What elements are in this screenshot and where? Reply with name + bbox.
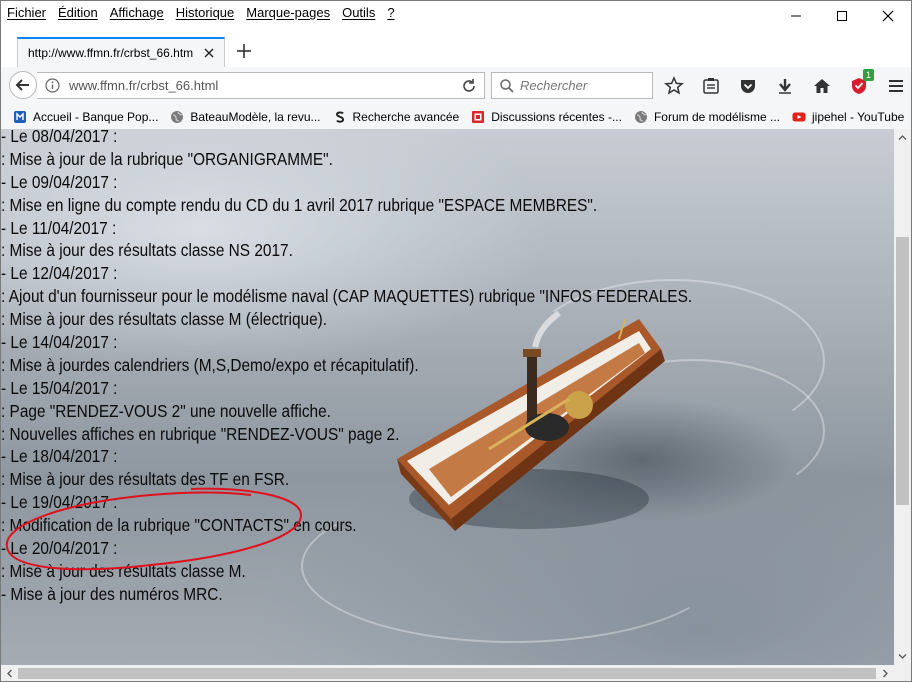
news-line: - Le 18/04/2017 : bbox=[1, 446, 118, 467]
bookmark-label: jipehel - YouTube bbox=[812, 110, 905, 124]
url-text[interactable]: www.ffmn.fr/crbst_66.html bbox=[69, 78, 218, 93]
chevron-up-icon bbox=[898, 135, 907, 140]
addon-button[interactable]: 1 bbox=[846, 69, 874, 99]
dark-s-icon bbox=[335, 111, 344, 123]
menu-affichage[interactable]: Affichage bbox=[110, 5, 164, 20]
search-input[interactable]: Rechercher bbox=[520, 78, 587, 93]
news-line: : Mise à jour de la rubrique "ORGANIGRAM… bbox=[1, 148, 333, 169]
pocket-button[interactable] bbox=[735, 73, 761, 99]
pocket-icon bbox=[741, 80, 755, 93]
chevron-down-icon bbox=[898, 654, 907, 659]
bookmark-label: Forum de modélisme ... bbox=[653, 110, 780, 124]
hamburger-icon bbox=[889, 80, 903, 92]
menu-items: Fichier Édition Affichage Historique Mar… bbox=[7, 5, 395, 20]
forum-icon bbox=[472, 111, 485, 123]
back-arrow-icon bbox=[15, 79, 29, 91]
chevron-left-icon bbox=[7, 669, 12, 678]
red-annotation-circle bbox=[5, 487, 303, 571]
menu-bar: Fichier Édition Affichage Historique Mar… bbox=[1, 1, 911, 31]
minimize-icon bbox=[791, 15, 801, 17]
page-content: - Le 08/04/2017 : : Mise à jour de la ru… bbox=[1, 129, 894, 665]
news-line: - Le 09/04/2017 : bbox=[1, 171, 118, 192]
reader-button[interactable] bbox=[698, 73, 724, 99]
bookmark-banque-pop[interactable]: Accueil - Banque Pop... bbox=[13, 110, 158, 124]
maximize-icon bbox=[837, 11, 847, 21]
search-icon bbox=[500, 79, 514, 93]
close-icon bbox=[882, 10, 894, 22]
horizontal-scroll-thumb[interactable] bbox=[18, 668, 876, 679]
menu-fichier[interactable]: Fichier bbox=[7, 5, 46, 20]
new-tab-icon[interactable] bbox=[235, 42, 253, 60]
scroll-down-button[interactable] bbox=[894, 648, 911, 665]
menu-marque-pages[interactable]: Marque-pages bbox=[246, 5, 330, 20]
clipboard-icon bbox=[703, 78, 719, 94]
globe-icon bbox=[171, 111, 184, 123]
news-line: : Mise à jourdes calendriers (M,S,Demo/e… bbox=[1, 354, 419, 375]
news-line: - Le 11/04/2017 : bbox=[1, 217, 117, 238]
menu-edition[interactable]: Édition bbox=[58, 5, 98, 20]
news-line: : Ajout d'un fournisseur pour le modélis… bbox=[1, 286, 693, 307]
bookmarks-toolbar: Accueil - Banque Pop... BateauModèle, la… bbox=[1, 105, 911, 130]
bookmark-youtube[interactable]: jipehel - YouTube bbox=[792, 110, 904, 124]
tab-title: http://www.ffmn.fr/crbst_66.htm bbox=[28, 46, 194, 60]
toolbar-icons: 1 bbox=[661, 69, 909, 99]
navigation-bar: www.ffmn.fr/crbst_66.html Rechercher 1 bbox=[1, 67, 911, 106]
news-line: : Mise à jour des résultats classe NS 20… bbox=[1, 240, 293, 261]
minimize-button[interactable] bbox=[773, 1, 819, 31]
news-line: - Le 12/04/2017 : bbox=[1, 263, 118, 284]
info-icon[interactable] bbox=[45, 78, 60, 93]
menu-help[interactable]: ? bbox=[387, 5, 394, 20]
home-button[interactable] bbox=[809, 73, 835, 99]
maximize-button[interactable] bbox=[819, 1, 865, 31]
news-line: : Nouvelles affiches en rubrique "RENDEZ… bbox=[1, 423, 400, 444]
news-line: - Le 14/04/2017 : bbox=[1, 332, 118, 353]
scroll-up-button[interactable] bbox=[894, 129, 911, 146]
menu-outils[interactable]: Outils bbox=[342, 5, 375, 20]
star-icon bbox=[664, 76, 684, 95]
bookmark-discussions[interactable]: Discussions récentes -... bbox=[471, 110, 622, 124]
tab-active[interactable]: http://www.ffmn.fr/crbst_66.htm bbox=[17, 37, 225, 67]
tab-close-icon[interactable] bbox=[202, 46, 216, 60]
vertical-scrollbar[interactable] bbox=[894, 129, 911, 665]
bookmark-label: Discussions récentes -... bbox=[491, 110, 622, 124]
back-button[interactable] bbox=[9, 71, 37, 99]
vertical-scroll-thumb[interactable] bbox=[896, 237, 909, 505]
youtube-icon bbox=[792, 112, 806, 122]
menu-historique[interactable]: Historique bbox=[176, 5, 235, 20]
news-line: : Mise en ligne du compte rendu du CD du… bbox=[1, 194, 598, 215]
search-bar[interactable]: Rechercher bbox=[491, 72, 653, 99]
download-arrow-icon bbox=[779, 79, 791, 94]
globe-icon bbox=[634, 111, 647, 123]
close-button[interactable] bbox=[865, 1, 911, 31]
chevron-right-icon bbox=[883, 669, 888, 678]
news-line: - Le 15/04/2017 : bbox=[1, 377, 118, 398]
bank-icon bbox=[14, 111, 26, 123]
window-controls bbox=[773, 1, 911, 31]
addon-badge: 1 bbox=[862, 69, 874, 81]
bookmark-bateaumodele[interactable]: BateauModèle, la revu... bbox=[170, 110, 321, 124]
bookmark-label: BateauModèle, la revu... bbox=[190, 110, 321, 124]
bookmark-label: Recherche avancée bbox=[352, 110, 460, 124]
bookmark-label: Accueil - Banque Pop... bbox=[33, 110, 159, 124]
reload-icon[interactable] bbox=[460, 77, 478, 95]
hamburger-menu-button[interactable] bbox=[883, 73, 909, 99]
bookmark-recherche-avancee[interactable]: Recherche avancée bbox=[333, 110, 460, 124]
news-line: : Page "RENDEZ-VOUS 2" une nouvelle affi… bbox=[1, 400, 331, 421]
news-line: - Mise à jour des numéros MRC. bbox=[1, 583, 223, 604]
scroll-right-button[interactable] bbox=[877, 665, 894, 681]
scrollbar-corner bbox=[894, 665, 911, 681]
news-line: - Le 08/04/2017 : bbox=[1, 129, 118, 146]
horizontal-scrollbar[interactable] bbox=[1, 665, 894, 681]
bookmark-forum-modelisme[interactable]: Forum de modélisme ... bbox=[634, 110, 780, 124]
downloads-button[interactable] bbox=[772, 73, 798, 99]
bookmark-star-button[interactable] bbox=[661, 73, 687, 99]
tab-strip: http://www.ffmn.fr/crbst_66.htm bbox=[1, 31, 911, 67]
home-icon bbox=[814, 79, 830, 93]
url-bar[interactable]: www.ffmn.fr/crbst_66.html bbox=[37, 72, 485, 99]
news-line: : Mise à jour des résultats classe M (él… bbox=[1, 309, 328, 330]
browser-window: Fichier Édition Affichage Historique Mar… bbox=[0, 0, 912, 682]
scroll-left-button[interactable] bbox=[1, 665, 18, 681]
